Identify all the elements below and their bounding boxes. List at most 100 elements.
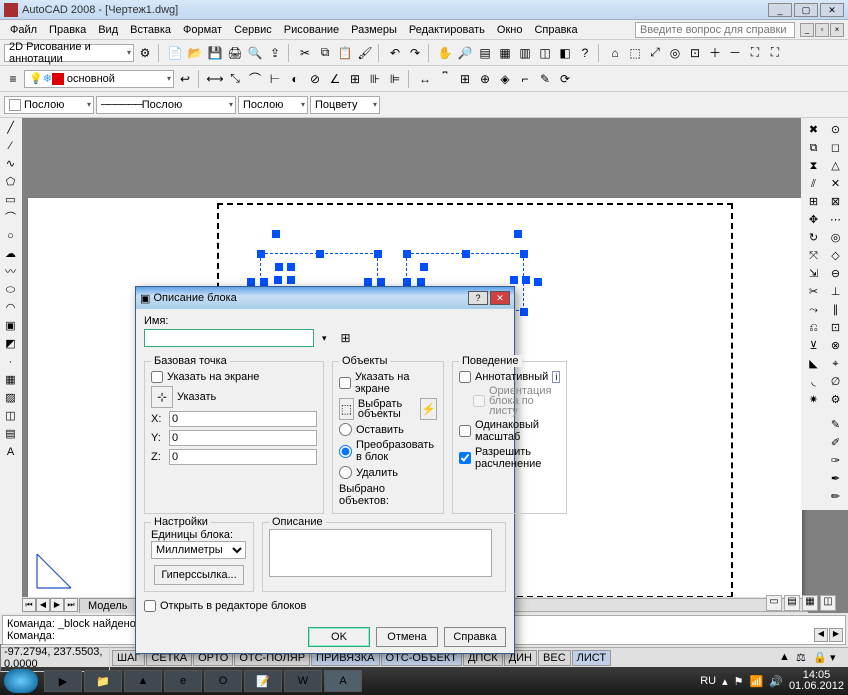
new-icon[interactable]: 📄 (166, 44, 184, 62)
lineweight-dropdown[interactable]: Послою (238, 96, 308, 114)
help-icon[interactable]: ? (576, 44, 594, 62)
join-icon[interactable]: ⊻ (805, 338, 822, 355)
osnap-end-icon[interactable]: ◻ (827, 140, 844, 157)
dim-space-icon[interactable]: ↔ (416, 70, 434, 88)
zoom-extents-icon[interactable]: ⛶ (766, 44, 784, 62)
menu-modify[interactable]: Редактировать (403, 22, 491, 38)
publish-icon[interactable]: ⇪ (266, 44, 284, 62)
circle-icon[interactable]: ○ (2, 228, 19, 245)
units-select[interactable]: Миллиметры (151, 541, 246, 559)
layer-manager-icon[interactable]: ≡ (4, 70, 22, 88)
copy-icon[interactable]: ⧉ (316, 44, 334, 62)
osnap-par-icon[interactable]: ∥ (827, 302, 844, 319)
osnap-quad-icon[interactable]: ◇ (827, 248, 844, 265)
hyperlink-button[interactable]: Гиперссылка... (154, 565, 244, 585)
obj-retain-radio[interactable] (339, 423, 352, 436)
status-lock-icon[interactable]: 🔒 (813, 651, 827, 665)
sketch1-icon[interactable]: ✎ (827, 417, 844, 434)
osnap-temp-icon[interactable]: ⊙ (827, 122, 844, 139)
tray-flag-icon[interactable]: ⚑ (734, 675, 744, 688)
status-tray-icon[interactable]: ▾ (830, 651, 844, 665)
zoom-window-icon[interactable]: ⌂ (606, 44, 624, 62)
task-ie[interactable]: e (164, 670, 202, 692)
undo-icon[interactable]: ↶ (386, 44, 404, 62)
polygon-icon[interactable]: ⬠ (2, 174, 19, 191)
dim-center-icon[interactable]: ⊕ (476, 70, 494, 88)
zoom-in-icon[interactable]: ＋ (706, 44, 724, 62)
menu-dimension[interactable]: Размеры (345, 22, 403, 38)
task-opera[interactable]: O (204, 670, 242, 692)
cmd-scroll-right[interactable]: ▶ (829, 628, 843, 642)
menu-view[interactable]: Вид (92, 22, 124, 38)
zoom-all-icon[interactable]: ⛶ (746, 44, 764, 62)
sheet-nav-prev[interactable]: ◀ (36, 598, 50, 612)
open-in-editor-checkbox[interactable] (144, 600, 156, 612)
dim-arc-icon[interactable]: ⌒ (246, 70, 264, 88)
dim-ordinate-icon[interactable]: ⊢ (266, 70, 284, 88)
osnap-mid-icon[interactable]: △ (827, 158, 844, 175)
break-icon[interactable]: ⎌ (805, 320, 822, 337)
uniform-scale-checkbox[interactable] (459, 425, 471, 437)
pick-point-button[interactable]: ⊹ (151, 386, 173, 408)
chamfer-icon[interactable]: ◣ (805, 356, 822, 373)
open-icon[interactable]: 📂 (186, 44, 204, 62)
dim-break-icon[interactable]: ⎴ (436, 70, 454, 88)
sheet-nav-first[interactable]: ⏮ (22, 598, 36, 612)
menu-insert[interactable]: Вставка (124, 22, 177, 38)
dim-inspect-icon[interactable]: ◈ (496, 70, 514, 88)
dialog-close-button[interactable]: ✕ (490, 291, 510, 305)
erase-icon[interactable]: ✖ (805, 122, 822, 139)
ellipse-icon[interactable]: ⬭ (2, 282, 19, 299)
menu-help[interactable]: Справка (528, 22, 583, 38)
paste-icon[interactable]: 📋 (336, 44, 354, 62)
status-model[interactable]: ЛИСТ (572, 650, 611, 666)
color-dropdown[interactable]: Послою (4, 96, 94, 114)
tool-palette-icon[interactable]: ▦ (496, 44, 514, 62)
xline-icon[interactable]: ∕ (2, 138, 19, 155)
sketch3-icon[interactable]: ✑ (827, 453, 844, 470)
status-annotation-icon[interactable]: ▲ (779, 651, 793, 665)
offset-icon[interactable]: ⫽ (805, 176, 822, 193)
tray-clock[interactable]: 14:0501.06.2012 (789, 670, 844, 692)
mtext-icon[interactable]: A (2, 444, 19, 461)
osnap-int-icon[interactable]: ✕ (827, 176, 844, 193)
insert-block-icon[interactable]: ▣ (2, 318, 19, 335)
zoom-object-icon[interactable]: ⊡ (686, 44, 704, 62)
maximize-button[interactable]: ▢ (794, 3, 818, 17)
zoom-dynamic-icon[interactable]: ⬚ (626, 44, 644, 62)
bp-onscreen-checkbox[interactable] (151, 371, 163, 383)
menu-window[interactable]: Окно (491, 22, 529, 38)
sketch4-icon[interactable]: ✒ (827, 471, 844, 488)
annotative-checkbox[interactable] (459, 371, 471, 383)
zoom-center-icon[interactable]: ◎ (666, 44, 684, 62)
status-annoscale-icon[interactable]: ⚖ (796, 651, 810, 665)
trim-icon[interactable]: ✂ (805, 284, 822, 301)
gradient-icon[interactable]: ▨ (2, 390, 19, 407)
tray-expand-icon[interactable]: ▴ (722, 675, 728, 688)
close-button[interactable]: ✕ (820, 3, 844, 17)
mirror-icon[interactable]: ⧗ (805, 158, 822, 175)
calc-icon[interactable]: ▥ (516, 44, 534, 62)
dim-diameter-icon[interactable]: ⊘ (306, 70, 324, 88)
menu-edit[interactable]: Правка (43, 22, 92, 38)
zoom-rt-icon[interactable]: 🔎 (456, 44, 474, 62)
sheet-icon[interactable]: ▤ (476, 44, 494, 62)
osnap-perp-icon[interactable]: ⊥ (827, 284, 844, 301)
status-coords[interactable]: -97.2794, 237.5503, 0.0000 (0, 644, 110, 672)
dim-tolerance-icon[interactable]: ⊞ (456, 70, 474, 88)
stretch-icon[interactable]: ⇲ (805, 266, 822, 283)
preview-icon[interactable]: 🔍 (246, 44, 264, 62)
spline-icon[interactable]: 〰 (2, 264, 19, 281)
status-lwt[interactable]: ВЕС (538, 650, 571, 666)
redo-icon[interactable]: ↷ (406, 44, 424, 62)
dim-radius-icon[interactable]: ◐ (286, 70, 304, 88)
workspace-settings-icon[interactable]: ⚙ (136, 44, 154, 62)
dim-continue-icon[interactable]: ⊫ (386, 70, 404, 88)
cut-icon[interactable]: ✂ (296, 44, 314, 62)
workspace-dropdown[interactable]: 2D Рисование и аннотации (4, 44, 134, 62)
allow-explode-checkbox[interactable] (459, 452, 471, 464)
osnap-cen-icon[interactable]: ◎ (827, 230, 844, 247)
help-button[interactable]: Справка (444, 627, 506, 647)
osnap-tan-icon[interactable]: ⊖ (827, 266, 844, 283)
dim-linear-icon[interactable]: ⟷ (206, 70, 224, 88)
